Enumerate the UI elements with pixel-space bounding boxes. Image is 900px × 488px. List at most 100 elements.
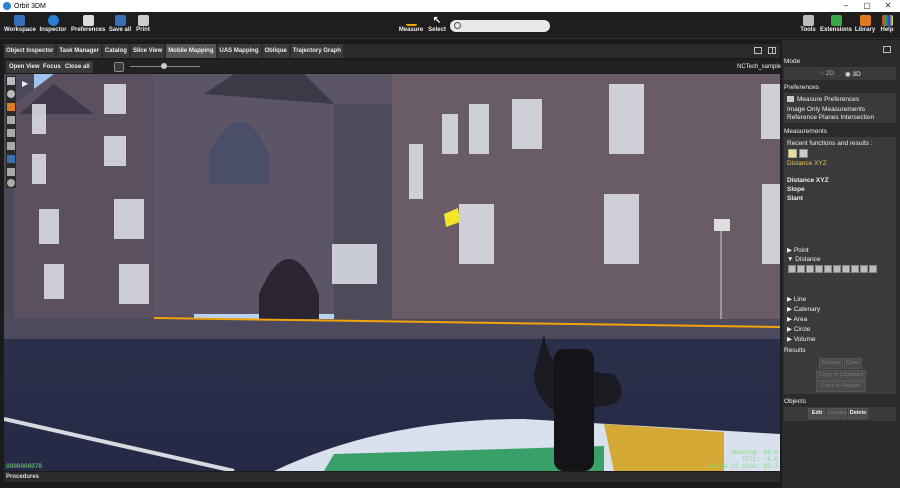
open-view-button[interactable]: Open View <box>6 61 43 73</box>
play-icon[interactable]: ▶ <box>22 79 28 88</box>
category-volume[interactable]: ▶ Volume <box>787 335 816 343</box>
view-name-label: NCTech_sample <box>737 64 782 70</box>
workspace-icon <box>13 15 25 26</box>
preferences-section-title: Preferences <box>784 84 820 91</box>
category-point[interactable]: ▶ Point <box>787 246 809 254</box>
measure-preferences-icon <box>787 96 794 102</box>
tab-task-manager[interactable]: Task Manager <box>57 44 101 58</box>
category-line[interactable]: ▶ Line <box>787 295 806 303</box>
distance-tool-6-icon[interactable] <box>833 265 841 273</box>
app-logo-icon <box>3 2 11 10</box>
search-input[interactable] <box>450 20 550 32</box>
category-circle[interactable]: ▶ Circle <box>787 325 810 333</box>
distance-tool-4-icon[interactable] <box>815 265 823 273</box>
mode-section-title: Mode <box>784 58 801 65</box>
distance-tool-2-icon[interactable] <box>797 265 805 273</box>
inspector-button[interactable]: Inspector <box>38 15 68 33</box>
tab-object-inspector[interactable]: Object Inspector <box>4 44 56 58</box>
filter-icon[interactable] <box>7 142 15 150</box>
objects-section-title: Objects <box>784 398 807 405</box>
image-only-measurements[interactable]: Image Only Measurements <box>787 106 865 113</box>
tab-slice-view[interactable]: Slice View <box>130 44 165 58</box>
workspace-button[interactable]: Workspace <box>4 15 36 33</box>
distance-tools-row <box>788 265 892 275</box>
copy-to-clipboard-button[interactable]: Copy to Clipboard <box>816 370 866 381</box>
save-all-button[interactable]: Save all <box>108 15 132 33</box>
minimize-button[interactable]: – <box>836 0 856 12</box>
procedures-bar[interactable]: Procedures <box>4 472 780 482</box>
redraw-button[interactable]: Redraw <box>819 358 843 369</box>
distance-tool-8-icon[interactable] <box>851 265 859 273</box>
distance-tool-9-icon[interactable] <box>860 265 868 273</box>
cursor-icon: ↖ <box>432 15 442 26</box>
distance-tool-7-icon[interactable] <box>842 265 850 273</box>
preferences-button[interactable]: Preferences <box>71 15 105 33</box>
maximize-button[interactable]: ▢ <box>857 0 877 12</box>
delete-button[interactable]: Delete <box>848 408 868 419</box>
distance-tool-1-icon[interactable] <box>788 265 796 273</box>
tools-icon <box>802 15 814 26</box>
result-distance-xyz: Distance XYZ <box>787 177 829 184</box>
image-icon[interactable] <box>7 103 15 111</box>
distance-tool-5-icon[interactable] <box>824 265 832 273</box>
title-bar: Orbit 3DM – ▢ ✕ <box>0 0 900 12</box>
grid-icon[interactable] <box>7 129 15 137</box>
tab-catalog[interactable]: Catalog <box>102 44 129 58</box>
street-panorama-image <box>4 74 780 471</box>
distance-xyz-icon[interactable] <box>788 149 797 158</box>
mode-box <box>784 67 896 80</box>
print-button[interactable]: Print <box>134 15 152 33</box>
mode-3d-radio[interactable]: ◉ 3D <box>845 70 861 78</box>
fov-readout: Field of view: 93.7 <box>709 463 778 470</box>
measure-button[interactable]: Measure <box>398 15 424 33</box>
panel-chart-icon[interactable] <box>883 46 891 53</box>
search-icon <box>454 22 461 29</box>
extensions-button[interactable]: Extensions <box>820 15 852 33</box>
extensions-icon <box>830 15 842 26</box>
category-catenary[interactable]: ▶ Catenary <box>787 305 820 313</box>
mode-2d-radio[interactable]: ○ 2D <box>820 70 834 77</box>
slope-icon[interactable] <box>799 149 808 158</box>
category-distance[interactable]: ▼ Distance <box>787 256 821 263</box>
warning-icon[interactable] <box>7 168 15 176</box>
select-button[interactable]: ↖ Select <box>427 15 447 33</box>
edit-button[interactable]: Edit <box>808 408 826 419</box>
library-button[interactable]: Library <box>854 15 876 33</box>
settings-icon[interactable] <box>7 116 15 124</box>
close-view-icon[interactable] <box>7 77 15 85</box>
reference-planes-intersection[interactable]: Reference Planes Intersection <box>787 114 874 121</box>
measurements-section-title: Measurements <box>784 128 827 135</box>
recent-item-distance-xyz[interactable]: Distance XYZ <box>787 160 827 167</box>
help-button[interactable]: Help <box>878 15 896 33</box>
distance-tool-10-icon[interactable] <box>869 265 877 273</box>
info-icon <box>47 15 59 26</box>
zoom-slider-handle[interactable] <box>161 63 167 69</box>
tab-trajectory-graph[interactable]: Trajectory Graph <box>290 44 343 58</box>
copy-to-feature-button[interactable]: Copy to Feature <box>816 381 866 392</box>
camera-icon[interactable] <box>114 62 124 72</box>
frame-counter: 0000000078 <box>6 463 43 470</box>
close-all-button[interactable]: Close all <box>62 61 93 73</box>
layers-icon[interactable] <box>7 90 15 98</box>
procedures-label: Procedures <box>6 474 40 480</box>
grid-layout-icon[interactable] <box>768 47 776 54</box>
tools-button[interactable]: Tools <box>798 15 818 33</box>
tab-mobile-mapping[interactable]: Mobile Mapping <box>166 44 216 58</box>
tab-uas-mapping[interactable]: UAS Mapping <box>217 44 261 58</box>
result-slope: Slope <box>787 186 805 193</box>
save-icon <box>114 15 126 26</box>
results-section-title: Results <box>784 347 806 354</box>
compass-icon[interactable] <box>7 179 15 187</box>
map-icon[interactable] <box>7 155 15 163</box>
measure-preferences-link[interactable]: Measure Preferences <box>797 96 859 103</box>
app-title: Orbit 3DM <box>14 2 46 10</box>
chart-icon[interactable] <box>754 47 762 54</box>
panorama-viewport[interactable]: ▶ Heading: 66.9 Tilt: -6.0 Field of view… <box>4 74 780 471</box>
clear-button[interactable]: Clear <box>844 358 862 369</box>
tab-oblique[interactable]: Oblique <box>262 44 289 58</box>
close-button[interactable]: ✕ <box>878 0 898 12</box>
category-area[interactable]: ▶ Area <box>787 315 807 323</box>
update-button[interactable]: Update <box>827 408 847 419</box>
focus-button[interactable]: Focus <box>40 61 64 73</box>
distance-tool-3-icon[interactable] <box>806 265 814 273</box>
